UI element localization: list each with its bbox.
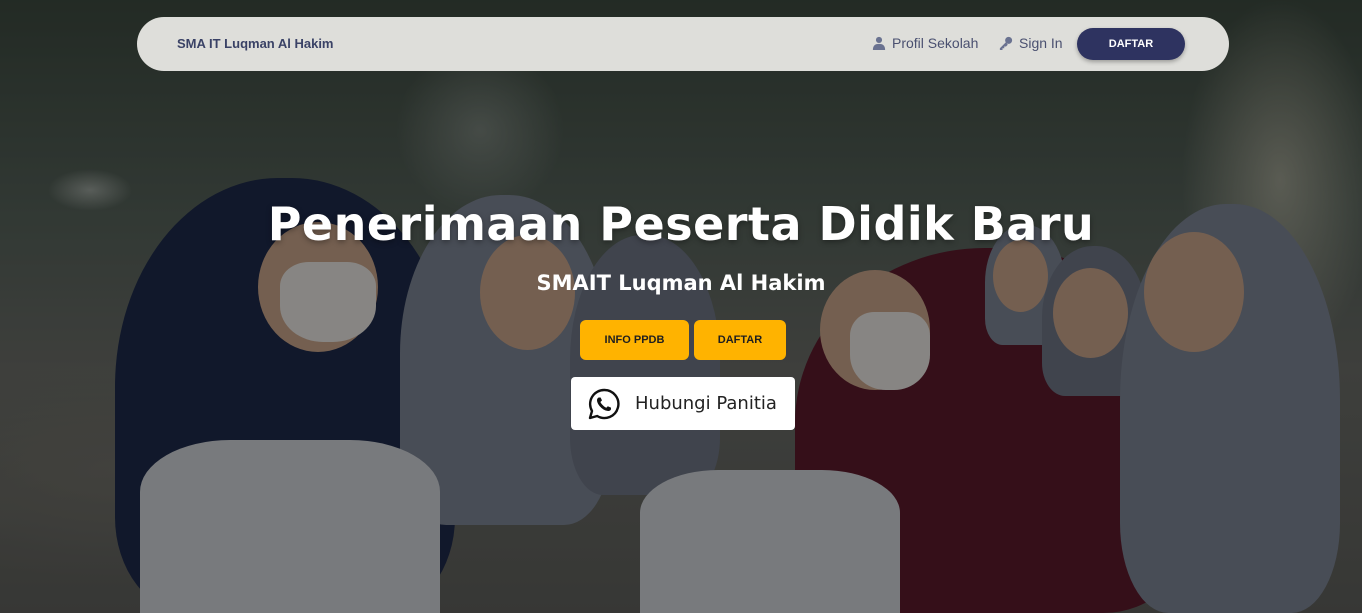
hero-section: SMA IT Luqman Al Hakim Profil Sekolah Si… [0, 0, 1362, 613]
info-ppdb-button[interactable]: INFO PPDB [580, 320, 689, 360]
hero-title: Penerimaan Peserta Didik Baru [267, 197, 1095, 251]
hubungi-panitia-button[interactable]: Hubungi Panitia [571, 377, 795, 430]
whatsapp-icon [588, 388, 620, 419]
dark-overlay [0, 0, 1362, 613]
nav-link-label: Profil Sekolah [892, 35, 979, 51]
nav-link-sign-in[interactable]: Sign In [999, 35, 1063, 51]
daftar-nav-button[interactable]: DAFTAR [1077, 28, 1185, 60]
nav-link-label: Sign In [1019, 35, 1063, 51]
navbar: SMA IT Luqman Al Hakim Profil Sekolah Si… [137, 17, 1229, 71]
brand-link[interactable]: SMA IT Luqman Al Hakim [177, 36, 334, 51]
nav-link-profil-sekolah[interactable]: Profil Sekolah [872, 35, 978, 51]
user-icon [872, 36, 886, 50]
hero-subtitle: SMAIT Luqman Al Hakim [536, 271, 826, 295]
key-icon [999, 36, 1013, 50]
hubungi-panitia-label: Hubungi Panitia [635, 393, 777, 414]
daftar-hero-button[interactable]: DAFTAR [694, 320, 786, 360]
